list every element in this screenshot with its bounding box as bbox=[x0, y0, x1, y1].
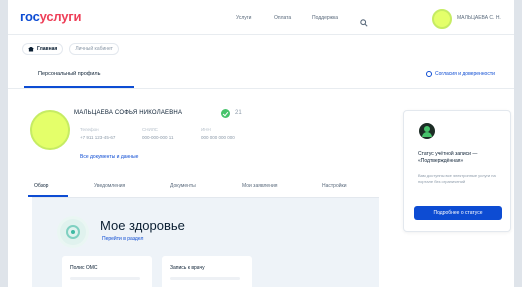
card-title: Запись к врачу bbox=[170, 265, 205, 271]
tab-personal-profile[interactable]: Персональный профиль bbox=[38, 71, 100, 77]
profile-full-name: МАЛЬЦАЕВА СОФЬЯ НИКОЛАЕВНА bbox=[74, 110, 183, 116]
field-value: 000-000-000 11 bbox=[142, 135, 174, 140]
card-placeholder-line bbox=[70, 277, 140, 280]
health-panel: Мое здоровье Перейти в раздел Полис ОМС … bbox=[32, 198, 379, 287]
status-details-button[interactable]: Подробнее о статусе bbox=[414, 206, 502, 220]
tab-overview[interactable]: Обзор bbox=[28, 183, 68, 197]
gosuslugi-logo[interactable]: госуслуги bbox=[20, 9, 82, 24]
nav-link-payment[interactable]: Оплата bbox=[274, 15, 291, 21]
profile-tabs: Обзор Уведомления Документы Мои заявлени… bbox=[28, 183, 379, 197]
health-icon bbox=[60, 219, 86, 245]
health-title: Мое здоровье bbox=[100, 218, 185, 233]
field-label: СНИЛС bbox=[142, 127, 158, 132]
field-value: +7 911 123-45-67 bbox=[80, 135, 116, 140]
card-title: Полис ОМС bbox=[70, 265, 98, 271]
consents-link[interactable]: Согласия и доверенности bbox=[426, 71, 495, 77]
tab-notifications[interactable]: Уведомления bbox=[94, 183, 125, 189]
nav-link-services[interactable]: Услуги bbox=[236, 15, 251, 21]
logo-text-part1: гос bbox=[20, 9, 40, 24]
oms-policy-card[interactable]: Полис ОМС bbox=[62, 256, 152, 287]
section-divider bbox=[8, 88, 514, 89]
profile-field-phone: Телефон +7 911 123-45-67 bbox=[80, 127, 115, 140]
breadcrumb-home-label: Главная bbox=[37, 46, 58, 52]
tab-settings[interactable]: Настройки bbox=[322, 183, 347, 189]
account-status-card: Статус учётной записи — «Подтверждённая»… bbox=[403, 110, 511, 232]
home-icon bbox=[28, 46, 34, 52]
verified-check-icon bbox=[221, 109, 230, 118]
app-window: госуслуги Услуги Оплата Поддержка МАЛЬЦА… bbox=[8, 0, 514, 287]
breadcrumb: Главная Личный кабинет bbox=[22, 43, 119, 55]
info-icon bbox=[426, 71, 432, 77]
breadcrumb-current-label: Личный кабинет bbox=[75, 46, 113, 52]
nav-link-support[interactable]: Поддержка bbox=[312, 15, 338, 21]
search-icon[interactable] bbox=[360, 14, 368, 32]
breadcrumb-current[interactable]: Личный кабинет bbox=[69, 43, 119, 55]
logo-text-part2: услуги bbox=[39, 9, 82, 24]
status-title: Статус учётной записи — «Подтверждённая» bbox=[418, 151, 478, 164]
field-value: 000 000 000 000 bbox=[201, 135, 235, 140]
top-header: госуслуги Услуги Оплата Поддержка МАЛЬЦА… bbox=[8, 0, 514, 35]
profile-avatar[interactable] bbox=[30, 110, 70, 150]
profile-field-inn: ИНН 000 000 000 000 bbox=[201, 127, 235, 140]
field-label: ИНН bbox=[201, 127, 211, 132]
all-documents-link[interactable]: Все документы и данные bbox=[80, 154, 138, 160]
profile-badge-count: 21 bbox=[235, 110, 242, 116]
doctor-appointment-card[interactable]: Запись к врачу bbox=[162, 256, 252, 287]
user-shield-icon bbox=[419, 123, 435, 139]
profile-field-snils: СНИЛС 000-000-000 11 bbox=[142, 127, 173, 140]
user-avatar[interactable] bbox=[432, 9, 452, 29]
status-description: Вам доступны все электронные услуги на п… bbox=[418, 173, 496, 184]
tab-applications[interactable]: Мои заявления bbox=[242, 183, 277, 189]
tab-documents[interactable]: Документы bbox=[170, 183, 196, 189]
consents-link-label: Согласия и доверенности bbox=[435, 71, 495, 77]
card-placeholder-line bbox=[170, 277, 240, 280]
breadcrumb-home[interactable]: Главная bbox=[22, 43, 64, 55]
user-menu-name[interactable]: МАЛЬЦАЕВА С. Н. bbox=[457, 15, 501, 21]
field-label: Телефон bbox=[80, 127, 99, 132]
tab-label: Обзор bbox=[34, 183, 49, 189]
health-section-link[interactable]: Перейти в раздел bbox=[102, 236, 143, 242]
